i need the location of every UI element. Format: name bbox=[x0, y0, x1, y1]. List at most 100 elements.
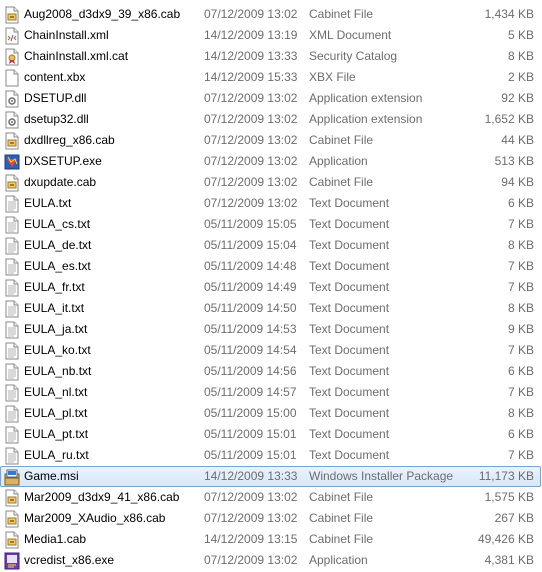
dll-icon bbox=[4, 110, 20, 129]
file-size: 94 KB bbox=[501, 175, 534, 189]
file-type: Text Document bbox=[309, 280, 390, 294]
file-size: 7 KB bbox=[507, 280, 534, 294]
file-row[interactable]: EULA_it.txt 05/11/2009 14:50 Text Document… bbox=[0, 298, 541, 319]
text-document-icon bbox=[4, 425, 20, 444]
file-row[interactable]: EULA_ru.txt 05/11/2009 15:01 Text Document… bbox=[0, 445, 541, 466]
file-size: 44 KB bbox=[501, 133, 534, 147]
file-row[interactable]: EULA_de.txt 05/11/2009 15:04 Text Document… bbox=[0, 235, 541, 256]
date-modified: 05/11/2009 15:00 bbox=[204, 406, 297, 420]
file-type: Application bbox=[309, 154, 368, 168]
cabinet-icon bbox=[4, 173, 20, 192]
date-modified: 05/11/2009 14:56 bbox=[204, 364, 297, 378]
text-document-icon bbox=[4, 215, 20, 234]
cabinet-icon bbox=[4, 488, 20, 507]
cabinet-icon bbox=[4, 509, 20, 528]
date-modified: 05/11/2009 14:53 bbox=[204, 322, 297, 336]
file-size: 7 KB bbox=[507, 259, 534, 273]
file-size: 6 KB bbox=[507, 364, 534, 378]
date-modified: 07/12/2009 13:02 bbox=[204, 112, 298, 126]
file-row[interactable]: dsetup32.dll 07/12/2009 13:02 Application … bbox=[0, 109, 541, 130]
file-size: 5 KB bbox=[507, 28, 534, 42]
file-row[interactable]: Mar2009_XAudio_x86.cab 07/12/2009 13:02 Ca… bbox=[0, 508, 541, 529]
file-type: Application extension bbox=[309, 112, 423, 126]
installer-package-icon bbox=[4, 467, 20, 486]
file-type: Text Document bbox=[309, 406, 390, 420]
date-modified: 05/11/2009 14:54 bbox=[204, 343, 297, 357]
file-row[interactable]: dxdllreg_x86.cab 07/12/2009 13:02 Cabinet … bbox=[0, 130, 541, 151]
date-modified: 14/12/2009 15:33 bbox=[204, 70, 298, 84]
dxsetup-app-icon bbox=[4, 152, 20, 171]
generic-file-icon bbox=[4, 68, 20, 87]
file-name: ChainInstall.xml bbox=[24, 28, 109, 42]
date-modified: 07/12/2009 13:02 bbox=[204, 196, 298, 210]
file-row[interactable]: EULA_ja.txt 05/11/2009 14:53 Text Document… bbox=[0, 319, 541, 340]
file-size: 7 KB bbox=[507, 448, 534, 462]
file-row[interactable]: ChainInstall.xml.cat 14/12/2009 13:33 Secu… bbox=[0, 46, 541, 67]
file-row[interactable]: content.xbx 14/12/2009 15:33 XBX File 2 KB bbox=[0, 67, 541, 88]
file-row[interactable]: Game.msi 14/12/2009 13:33 Windows Installe… bbox=[0, 466, 541, 487]
file-type: Text Document bbox=[309, 448, 390, 462]
file-row[interactable]: EULA_fr.txt 05/11/2009 14:49 Text Document… bbox=[0, 277, 541, 298]
file-type: Application extension bbox=[309, 91, 423, 105]
file-row[interactable]: DSETUP.dll 07/12/2009 13:02 Application ex… bbox=[0, 88, 541, 109]
file-row[interactable]: Mar2009_d3dx9_41_x86.cab 07/12/2009 13:02… bbox=[0, 487, 541, 508]
file-size: 513 KB bbox=[494, 154, 534, 168]
file-row[interactable]: EULA_ko.txt 05/11/2009 14:54 Text Document… bbox=[0, 340, 541, 361]
file-name: EULA_cs.txt bbox=[24, 217, 91, 231]
date-modified: 05/11/2009 14:49 bbox=[204, 280, 297, 294]
xml-document-icon bbox=[4, 26, 20, 45]
text-document-icon bbox=[4, 299, 20, 318]
file-row[interactable]: EULA_pt.txt 05/11/2009 15:01 Text Document… bbox=[0, 424, 541, 445]
date-modified: 05/11/2009 15:04 bbox=[204, 238, 297, 252]
text-document-icon bbox=[4, 341, 20, 360]
file-row[interactable]: EULA_es.txt 05/11/2009 14:48 Text Document… bbox=[0, 256, 541, 277]
file-row[interactable]: EULA_nl.txt 05/11/2009 14:57 Text Document… bbox=[0, 382, 541, 403]
cabinet-icon bbox=[4, 5, 20, 24]
date-modified: 07/12/2009 13:02 bbox=[204, 490, 298, 504]
file-type: Text Document bbox=[309, 301, 390, 315]
file-type: Text Document bbox=[309, 343, 390, 357]
text-document-icon bbox=[4, 194, 20, 213]
file-name: Mar2009_d3dx9_41_x86.cab bbox=[24, 490, 180, 504]
file-row[interactable]: dxupdate.cab 07/12/2009 13:02 Cabinet File… bbox=[0, 172, 541, 193]
file-size: 6 KB bbox=[507, 196, 534, 210]
file-size: 1,575 KB bbox=[484, 490, 534, 504]
date-modified: 14/12/2009 13:15 bbox=[204, 532, 298, 546]
file-size: 8 KB bbox=[507, 238, 534, 252]
file-row[interactable]: EULA_nb.txt 05/11/2009 14:56 Text Document… bbox=[0, 361, 541, 382]
file-size: 8 KB bbox=[507, 406, 534, 420]
file-row[interactable]: ChainInstall.xml 14/12/2009 13:19 XML Docu… bbox=[0, 25, 541, 46]
file-name: Mar2009_XAudio_x86.cab bbox=[24, 511, 166, 525]
file-row[interactable]: vcredist_x86.exe 07/12/2009 13:02 Applicat… bbox=[0, 550, 541, 571]
file-name: EULA.txt bbox=[24, 196, 72, 210]
file-row[interactable]: Aug2008_d3dx9_39_x86.cab 07/12/2009 13:02… bbox=[0, 4, 541, 25]
file-row[interactable]: EULA_cs.txt 05/11/2009 15:05 Text Document… bbox=[0, 214, 541, 235]
file-size: 8 KB bbox=[507, 49, 534, 63]
file-row[interactable]: EULA_pl.txt 05/11/2009 15:00 Text Document… bbox=[0, 403, 541, 424]
file-size: 4,381 KB bbox=[484, 553, 534, 567]
date-modified: 07/12/2009 13:02 bbox=[204, 553, 298, 567]
file-size: 92 KB bbox=[501, 91, 534, 105]
date-modified: 05/11/2009 15:01 bbox=[204, 448, 297, 462]
file-name: EULA_pt.txt bbox=[24, 427, 89, 441]
file-row[interactable]: EULA.txt 07/12/2009 13:02 Text Document 6 K… bbox=[0, 193, 541, 214]
text-document-icon bbox=[4, 362, 20, 381]
vcredist-app-icon bbox=[4, 551, 20, 570]
text-document-icon bbox=[4, 404, 20, 423]
file-size: 7 KB bbox=[507, 385, 534, 399]
file-name: Game.msi bbox=[24, 469, 79, 483]
text-document-icon bbox=[4, 383, 20, 402]
file-row[interactable]: Media1.cab 14/12/2009 13:15 Cabinet File 49… bbox=[0, 529, 541, 550]
file-name: DXSETUP.exe bbox=[24, 154, 102, 168]
date-modified: 07/12/2009 13:02 bbox=[204, 7, 298, 21]
file-type: Cabinet File bbox=[309, 7, 374, 21]
file-type: Text Document bbox=[309, 217, 390, 231]
file-name: vcredist_x86.exe bbox=[24, 553, 115, 567]
file-name: Aug2008_d3dx9_39_x86.cab bbox=[24, 7, 181, 21]
date-modified: 14/12/2009 13:19 bbox=[204, 28, 298, 42]
file-size: 1,652 KB bbox=[484, 112, 534, 126]
file-type: Application bbox=[309, 553, 368, 567]
file-row[interactable]: DXSETUP.exe 07/12/2009 13:02 Application 51… bbox=[0, 151, 541, 172]
file-type: Text Document bbox=[309, 427, 390, 441]
text-document-icon bbox=[4, 278, 20, 297]
